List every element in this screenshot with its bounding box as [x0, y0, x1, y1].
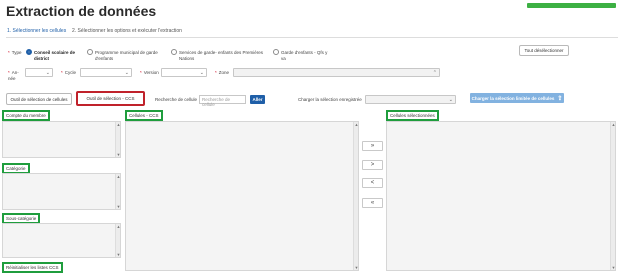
scroll-down-icon[interactable]: ▼	[354, 265, 359, 270]
cycle-select[interactable]: ⌄	[80, 68, 132, 77]
type-label: * Type	[8, 50, 22, 55]
selected-cells-panel-title: Cellules sélectionnées	[386, 110, 439, 121]
cells-ccs-listbox[interactable]: ▲ ▼	[125, 121, 359, 271]
type-option-first-nations[interactable]: Services de garde- enfants des Premières…	[179, 50, 267, 61]
scrollbar[interactable]: ▲ ▼	[610, 122, 615, 270]
cells-tool-button[interactable]: Outil de sélection de cellules	[6, 93, 72, 105]
load-saved-label: Charger la sélection enregistrée	[298, 97, 362, 102]
annee-label: * An- née	[8, 70, 19, 81]
subcategory-listbox[interactable]: ▲ ▼	[2, 223, 121, 258]
tabs-divider	[6, 37, 618, 38]
go-button[interactable]: Aller	[250, 95, 265, 104]
chevron-down-icon: ⌄	[199, 70, 204, 76]
upload-icon: ⇪	[557, 95, 563, 102]
tab-options-run[interactable]: 2. Sélectionner les options et exécuter …	[72, 28, 182, 34]
version-select[interactable]: ⌄	[161, 68, 207, 77]
scrollbar[interactable]: ▲ ▼	[353, 122, 358, 270]
chevron-down-icon: ⌄	[45, 70, 50, 76]
scroll-up-icon[interactable]: ▲	[116, 122, 121, 127]
scroll-down-icon[interactable]: ▼	[116, 204, 121, 209]
tab-select-cells[interactable]: 1. Sélectionner les cellules	[7, 28, 67, 38]
version-label: * Version	[140, 70, 159, 75]
reset-ccs-lists-button[interactable]: Réinitialiser les listes CCS	[2, 262, 63, 273]
scroll-down-icon[interactable]: ▼	[116, 152, 121, 157]
ccs-tool-button[interactable]: Outil de sélection - CCS	[76, 91, 145, 106]
scroll-up-icon[interactable]: ▲	[116, 174, 121, 179]
search-cell-label: Recherche de cellule	[155, 97, 198, 102]
annee-select[interactable]: ⌄	[25, 68, 53, 77]
add-all-button[interactable]: »	[362, 141, 383, 151]
chevron-down-icon: ⌄	[124, 70, 129, 76]
type-radio-garde-enfants[interactable]	[273, 49, 279, 55]
deselect-all-button[interactable]: Tout désélectionner	[519, 45, 569, 56]
account-panel-title: Compte du membre	[2, 110, 50, 121]
zone-label: * Zone	[215, 70, 230, 75]
cells-ccs-panel-title: Cellules - CCS	[125, 110, 163, 121]
search-cell-input[interactable]: Recherche de cellule	[199, 95, 246, 107]
type-radio-district[interactable]	[26, 49, 32, 55]
scroll-down-icon[interactable]: ▼	[611, 265, 616, 270]
chevron-down-icon: ⌄	[448, 97, 453, 103]
scrollbar[interactable]: ▲ ▼	[115, 122, 120, 157]
load-button-label: Charger la sélection limitée de cellules	[471, 95, 555, 101]
scroll-up-icon[interactable]: ▲	[116, 224, 121, 229]
type-option-district[interactable]: Conseil scolaire de district	[34, 50, 80, 61]
progress-bar	[527, 3, 616, 8]
remove-button[interactable]: <	[362, 178, 383, 188]
cycle-label: * Cycle	[61, 70, 77, 75]
scroll-up-icon[interactable]: ▲	[611, 122, 616, 127]
scrollbar[interactable]: ▲ ▼	[115, 174, 120, 209]
add-button[interactable]: >	[362, 160, 383, 170]
category-listbox[interactable]: ▲ ▼	[2, 173, 121, 210]
chevron-up-icon: ⌃	[432, 70, 437, 76]
load-limited-selection-button[interactable]: Charger la sélection limitée de cellules…	[470, 93, 564, 103]
selected-cells-listbox[interactable]: ▲ ▼	[386, 121, 616, 271]
scroll-up-icon[interactable]: ▲	[354, 122, 359, 127]
account-listbox[interactable]: ▲ ▼	[2, 121, 121, 158]
type-option-garde-enfants[interactable]: Garde d'enfants - Qfs y va	[281, 50, 331, 61]
type-option-municipal[interactable]: Programme municipal de garde d'enfants	[95, 50, 165, 61]
type-radio-municipal[interactable]	[87, 49, 93, 55]
scrollbar[interactable]: ▲ ▼	[115, 224, 120, 257]
saved-selection-select[interactable]: ⌄	[365, 95, 456, 104]
page-title: Extraction de données	[6, 3, 157, 19]
type-radio-first-nations[interactable]	[171, 49, 177, 55]
scroll-down-icon[interactable]: ▼	[116, 252, 121, 257]
remove-all-button[interactable]: «	[362, 198, 383, 208]
zone-select[interactable]: ⌃	[233, 68, 440, 77]
